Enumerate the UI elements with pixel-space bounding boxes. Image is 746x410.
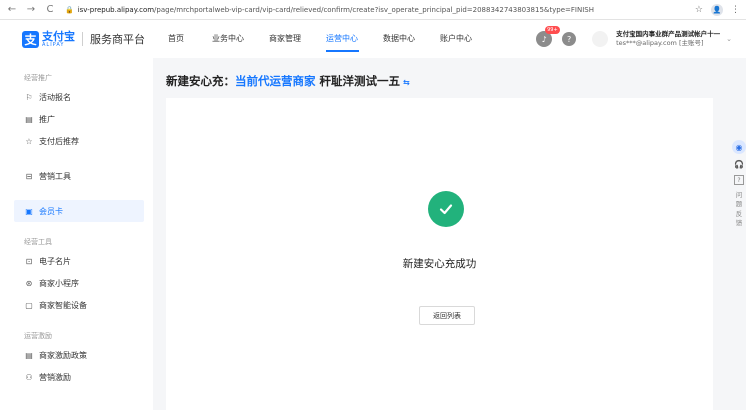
feedback-char: 馈 bbox=[735, 219, 743, 228]
address-bar[interactable]: 🔒 isv-prepub.alipay.com/page/mrchportalw… bbox=[65, 2, 687, 17]
nav-merchant-management[interactable]: 商家管理 bbox=[269, 20, 326, 58]
users-icon: ⚇ bbox=[25, 372, 33, 382]
sidebar-item-marketing-incentive[interactable]: ⚇ 营销激励 bbox=[14, 366, 144, 388]
feedback-char: 问 bbox=[735, 191, 743, 199]
document-icon: ▤ bbox=[25, 114, 33, 124]
sidebar-item-promotion[interactable]: ▤ 推广 bbox=[14, 108, 144, 130]
sidebar-group-title: 运营激励 bbox=[24, 332, 52, 340]
policy-icon: ▤ bbox=[25, 350, 33, 360]
back-to-list-button[interactable]: 返回列表 bbox=[419, 306, 475, 325]
logo-en-text: ALIPAY bbox=[42, 41, 65, 48]
id-card-icon: ⊡ bbox=[25, 256, 33, 266]
reload-icon[interactable]: C bbox=[43, 3, 57, 17]
notification-bell-icon[interactable]: ♪ 99+ bbox=[536, 26, 560, 47]
top-nav: 首页 业务中心 商家管理 运营中心 数据中心 账户中心 bbox=[168, 20, 497, 58]
current-operator-link[interactable]: 当前代运营商家 bbox=[235, 74, 316, 88]
sidebar-item-e-business-card[interactable]: ⊡ 电子名片 bbox=[14, 250, 144, 272]
card-icon: ▣ bbox=[25, 206, 33, 216]
profile-icon[interactable]: 👤 bbox=[711, 3, 723, 16]
sidebar-item-label: 商家激励政策 bbox=[39, 350, 87, 360]
nav-operations-center[interactable]: 运营中心 bbox=[326, 20, 359, 58]
sidebar-item-event-signup[interactable]: ⚐ 活动报名 bbox=[14, 86, 144, 108]
result-card: 新建安心充成功 返回列表 bbox=[166, 98, 713, 410]
success-message: 新建安心充成功 bbox=[402, 258, 477, 270]
sidebar-item-label: 营销激励 bbox=[39, 372, 71, 382]
sidebar-item-label: 商家智能设备 bbox=[39, 300, 87, 310]
url-host: isv-prepub.alipay.com bbox=[77, 5, 155, 14]
sidebar-group-title: 经营推广 bbox=[24, 74, 52, 82]
chevron-down-icon[interactable]: ⌄ bbox=[726, 35, 732, 43]
alipay-logo-icon: 支 bbox=[22, 30, 39, 48]
nav-account-center[interactable]: 账户中心 bbox=[440, 20, 497, 58]
merchant-name: 秆耻洋测试一五 bbox=[315, 74, 401, 88]
sidebar-group-title: 经营工具 bbox=[24, 238, 52, 246]
sidebar-item-label: 推广 bbox=[39, 114, 55, 124]
url-path: /page/mrchportalweb-vip-card/vip-card/re… bbox=[154, 5, 594, 14]
page-title: 新建安心充：当前代运营商家 秆耻洋测试一五 ⇆ bbox=[166, 73, 410, 89]
sidebar-item-label: 商家小程序 bbox=[39, 278, 79, 288]
alipay-logo[interactable]: 支 支付宝 ALIPAY 服务商平台 bbox=[22, 29, 150, 48]
sidebar-item-incentive-policy[interactable]: ▤ 商家激励政策 bbox=[14, 344, 144, 366]
lock-icon: 🔒 bbox=[65, 5, 74, 14]
check-circle-icon bbox=[428, 191, 464, 227]
platform-name: 服务商平台 bbox=[90, 33, 145, 46]
nav-home[interactable]: 首页 bbox=[168, 20, 212, 58]
device-icon: ▢ bbox=[25, 300, 33, 310]
sidebar-item-label: 营销工具 bbox=[39, 171, 71, 181]
help-icon[interactable]: ? bbox=[734, 175, 744, 185]
robot-assistant-icon[interactable]: ◉ bbox=[732, 140, 746, 154]
nav-data-center[interactable]: 数据中心 bbox=[383, 20, 440, 58]
logo-divider bbox=[82, 32, 83, 46]
sidebar: 经营推广 ⚐ 活动报名 ▤ 推广 ☆ 支付后推荐 ⊟ 营销工具 ▣ 会员卡 经营… bbox=[0, 58, 153, 410]
avatar[interactable] bbox=[592, 31, 609, 47]
logo-cn-text: 支付宝 bbox=[42, 29, 75, 43]
feedback-char: 题 bbox=[735, 200, 743, 209]
browser-menu-icon[interactable]: ⋮ bbox=[731, 5, 740, 15]
nav-business-center[interactable]: 业务中心 bbox=[212, 20, 269, 58]
sidebar-item-post-payment-recommend[interactable]: ☆ 支付后推荐 bbox=[14, 130, 144, 152]
switch-merchant-icon[interactable]: ⇆ bbox=[403, 78, 410, 87]
sidebar-item-marketing-tools[interactable]: ⊟ 营销工具 bbox=[14, 165, 144, 187]
feedback-char: 反 bbox=[735, 209, 743, 218]
sidebar-item-smart-device[interactable]: ▢ 商家智能设备 bbox=[14, 294, 144, 316]
mini-program-icon: ⊛ bbox=[25, 278, 33, 288]
page-title-prefix: 新建安心充： bbox=[166, 74, 235, 88]
top-header: 支 支付宝 ALIPAY 服务商平台 首页 业务中心 商家管理 运营中心 数据中… bbox=[0, 20, 746, 58]
help-icon[interactable]: ? bbox=[562, 32, 577, 46]
briefcase-icon: ⊟ bbox=[25, 171, 33, 181]
headset-icon[interactable]: 🎧 bbox=[734, 160, 744, 169]
account-name: 支付宝国内事业群产品测试帐户十一 bbox=[616, 30, 721, 39]
star-icon: ☆ bbox=[25, 136, 33, 146]
bookmark-star-icon[interactable]: ☆ bbox=[695, 5, 703, 15]
floating-toolbar: ◉ 🎧 ? 问 题 反 馈 bbox=[732, 140, 746, 229]
account-info[interactable]: 支付宝国内事业群产品测试帐户十一 tes***@alipay.com [主账号] bbox=[616, 30, 720, 48]
sidebar-item-mini-program[interactable]: ⊛ 商家小程序 bbox=[14, 272, 144, 294]
sidebar-item-label: 活动报名 bbox=[39, 92, 71, 102]
flag-icon: ⚐ bbox=[25, 92, 33, 102]
account-email: tes***@alipay.com [主账号] bbox=[616, 39, 704, 47]
sidebar-item-label: 电子名片 bbox=[39, 256, 71, 266]
notification-badge: 99+ bbox=[545, 26, 560, 34]
sidebar-item-label: 会员卡 bbox=[39, 206, 63, 216]
back-arrow-icon[interactable]: ← bbox=[5, 3, 19, 17]
feedback-button[interactable]: 问 题 反 馈 bbox=[736, 191, 743, 229]
sidebar-item-membership-card[interactable]: ▣ 会员卡 bbox=[14, 200, 144, 222]
forward-arrow-icon[interactable]: → bbox=[24, 3, 38, 17]
sidebar-item-label: 支付后推荐 bbox=[39, 136, 79, 146]
browser-toolbar: ← → C 🔒 isv-prepub.alipay.com/page/mrchp… bbox=[0, 0, 746, 20]
